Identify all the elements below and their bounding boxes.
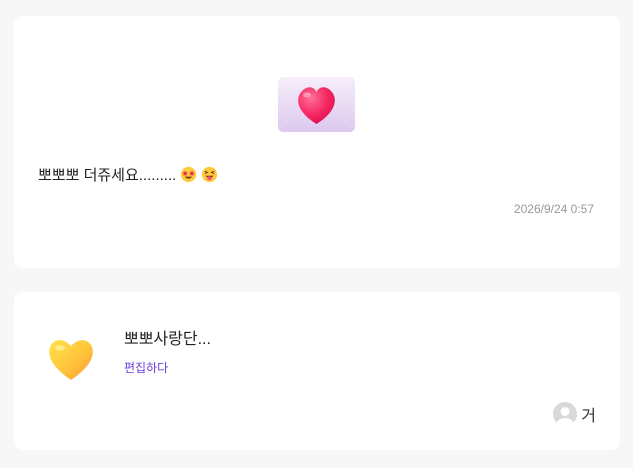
- user-info[interactable]: 거: [553, 402, 596, 426]
- star-struck-emoji: [181, 166, 197, 183]
- message-text-row: 뽀뽀뽀 더쥬세요.........: [38, 164, 218, 185]
- message-text: 뽀뽀뽀 더쥬세요.........: [38, 167, 177, 184]
- squinting-tongue-emoji: [202, 166, 218, 183]
- avatar: [553, 402, 578, 426]
- user-silhouette-icon: [556, 407, 574, 426]
- timestamp: 2026/9/24 0:57: [513, 202, 594, 216]
- group-card: 뽀뽀사랑단... 편집하다 거: [14, 292, 620, 450]
- heart-envelope-icon: [277, 77, 356, 132]
- edit-link[interactable]: 편집하다: [124, 359, 168, 376]
- message-card: 뽀뽀뽀 더쥬세요......... 2026/9/24 0:57: [14, 16, 620, 268]
- user-name: 거: [581, 408, 596, 425]
- yellow-heart-icon: [49, 340, 93, 380]
- group-title: 뽀뽀사랑단...: [124, 331, 211, 348]
